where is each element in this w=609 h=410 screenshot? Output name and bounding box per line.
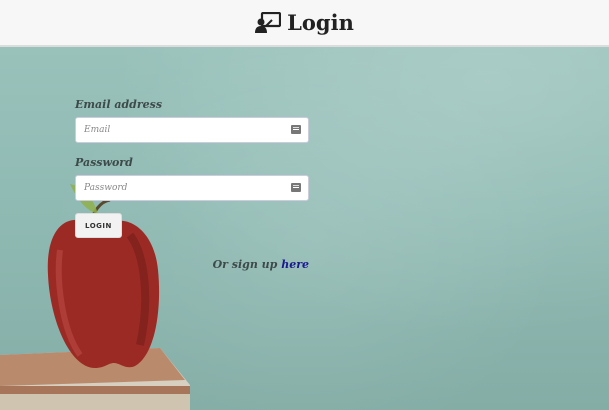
login-button[interactable]: LOGIN — [75, 213, 122, 238]
signup-prompt: Or sign up here — [75, 258, 309, 271]
autofill-key-icon[interactable] — [291, 125, 301, 134]
email-field[interactable] — [76, 118, 286, 142]
email-field-wrapper — [75, 117, 309, 143]
page-title: Login — [287, 10, 354, 35]
password-label: Password — [75, 156, 133, 169]
app-header: Login — [0, 0, 609, 47]
signup-link[interactable]: here — [281, 258, 309, 271]
password-field[interactable] — [76, 176, 286, 200]
autofill-key-icon[interactable] — [291, 183, 301, 192]
signup-text: Or sign up — [212, 258, 278, 271]
header-title: Login — [255, 10, 354, 35]
password-field-wrapper — [75, 175, 309, 201]
presentation-user-icon — [255, 11, 282, 34]
login-form: Email address Password LOGIN — [75, 98, 309, 238]
email-label: Email address — [75, 98, 163, 111]
